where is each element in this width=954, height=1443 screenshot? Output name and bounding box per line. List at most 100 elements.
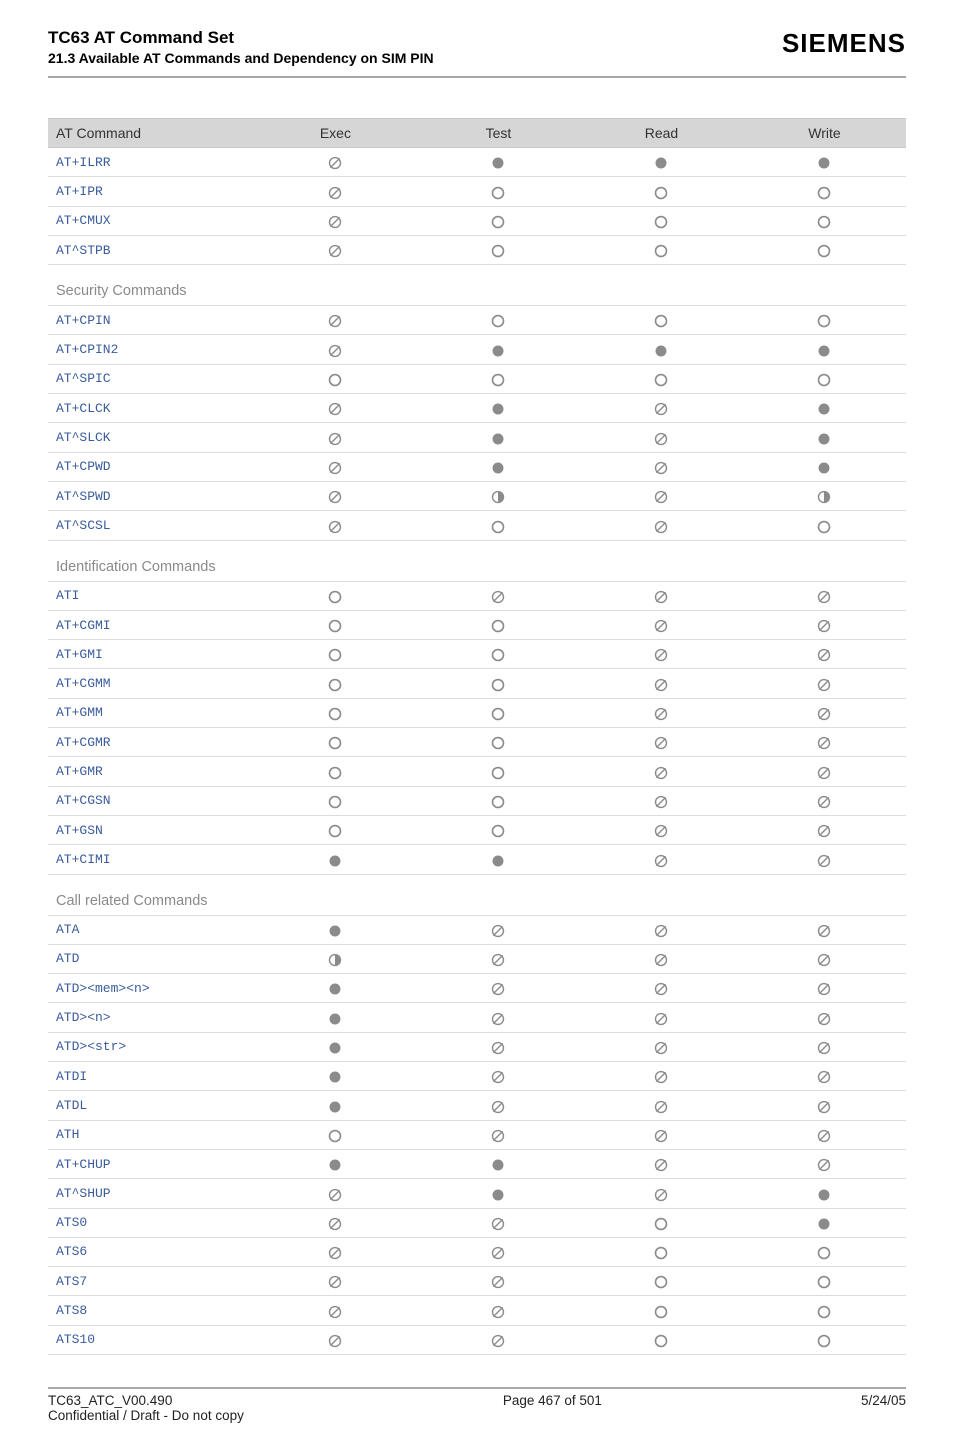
test-cell xyxy=(417,786,580,815)
na-symbol-icon xyxy=(654,1156,668,1172)
write-cell xyxy=(743,757,906,786)
exec-cell xyxy=(254,1091,417,1120)
nopin-symbol-icon xyxy=(328,1127,342,1143)
command-cell[interactable]: AT+CGSN xyxy=(48,786,254,815)
read-cell xyxy=(580,1325,743,1354)
command-cell[interactable]: AT+CPIN2 xyxy=(48,335,254,364)
command-cell[interactable]: ATD><str> xyxy=(48,1032,254,1061)
command-cell[interactable]: AT+CPIN xyxy=(48,306,254,335)
write-cell xyxy=(743,786,906,815)
exec-cell xyxy=(254,1296,417,1325)
na-symbol-icon xyxy=(491,1273,505,1289)
footer-doc-code: TC63_ATC_V00.490 xyxy=(48,1393,244,1408)
na-symbol-icon xyxy=(817,763,831,779)
command-cell[interactable]: AT+IPR xyxy=(48,177,254,206)
command-cell[interactable]: ATDI xyxy=(48,1062,254,1091)
na-symbol-icon xyxy=(817,793,831,809)
command-cell[interactable]: AT+CHUP xyxy=(48,1149,254,1178)
command-cell[interactable]: AT^SPWD xyxy=(48,481,254,510)
na-symbol-icon xyxy=(491,922,505,938)
write-cell xyxy=(743,364,906,393)
write-cell xyxy=(743,306,906,335)
nopin-symbol-icon xyxy=(654,183,668,199)
command-cell[interactable]: ATD xyxy=(48,944,254,973)
test-cell xyxy=(417,698,580,727)
command-cell[interactable]: ATD><n> xyxy=(48,1003,254,1032)
command-cell[interactable]: AT^SLCK xyxy=(48,423,254,452)
command-cell[interactable]: ATS7 xyxy=(48,1267,254,1296)
command-cell[interactable]: AT+CIMI xyxy=(48,845,254,874)
command-cell[interactable]: ATS0 xyxy=(48,1208,254,1237)
na-symbol-icon xyxy=(328,1332,342,1348)
na-symbol-icon xyxy=(654,1127,668,1143)
write-cell xyxy=(743,177,906,206)
nopin-symbol-icon xyxy=(491,822,505,838)
command-cell[interactable]: AT+CPWD xyxy=(48,452,254,481)
na-symbol-icon xyxy=(817,1097,831,1113)
na-symbol-icon xyxy=(817,734,831,750)
na-symbol-icon xyxy=(817,1039,831,1055)
command-cell[interactable]: AT+CGMI xyxy=(48,610,254,639)
na-symbol-icon xyxy=(328,488,342,504)
req-symbol-icon xyxy=(491,1156,505,1172)
nopin-symbol-icon xyxy=(817,1273,831,1289)
nopin-symbol-icon xyxy=(328,705,342,721)
na-symbol-icon xyxy=(654,400,668,416)
nopin-symbol-icon xyxy=(491,371,505,387)
na-symbol-icon xyxy=(817,980,831,996)
na-symbol-icon xyxy=(817,1068,831,1084)
read-cell xyxy=(580,944,743,973)
table-row: AT^SHUP xyxy=(48,1179,906,1208)
write-cell xyxy=(743,511,906,540)
th-read: Read xyxy=(580,119,743,148)
test-cell xyxy=(417,757,580,786)
th-exec: Exec xyxy=(254,119,417,148)
command-cell[interactable]: ATDL xyxy=(48,1091,254,1120)
command-cell[interactable]: AT+GMI xyxy=(48,640,254,669)
command-cell[interactable]: AT+ILRR xyxy=(48,148,254,177)
test-cell xyxy=(417,177,580,206)
req-symbol-icon xyxy=(491,154,505,170)
table-row: AT+ILRR xyxy=(48,148,906,177)
table-row: ATS10 xyxy=(48,1325,906,1354)
command-cell[interactable]: AT^STPB xyxy=(48,235,254,264)
test-cell xyxy=(417,335,580,364)
command-cell[interactable]: ATA xyxy=(48,915,254,944)
command-cell[interactable]: AT+GMM xyxy=(48,698,254,727)
section-header: Identification Commands xyxy=(48,540,906,581)
command-cell[interactable]: ATS6 xyxy=(48,1237,254,1266)
command-cell[interactable]: AT^SCSL xyxy=(48,511,254,540)
write-cell xyxy=(743,944,906,973)
command-cell[interactable]: ATI xyxy=(48,581,254,610)
command-cell[interactable]: AT+CGMR xyxy=(48,728,254,757)
command-cell[interactable]: ATD><mem><n> xyxy=(48,974,254,1003)
write-cell xyxy=(743,845,906,874)
test-cell xyxy=(417,1296,580,1325)
read-cell xyxy=(580,640,743,669)
exec-cell xyxy=(254,364,417,393)
command-cell[interactable]: ATS8 xyxy=(48,1296,254,1325)
req-symbol-icon xyxy=(328,1097,342,1113)
page-footer: TC63_ATC_V00.490 Confidential / Draft - … xyxy=(48,1393,906,1423)
test-cell xyxy=(417,423,580,452)
command-cell[interactable]: AT+CMUX xyxy=(48,206,254,235)
nopin-symbol-icon xyxy=(328,371,342,387)
command-cell[interactable]: AT^SHUP xyxy=(48,1179,254,1208)
nopin-symbol-icon xyxy=(491,242,505,258)
command-cell[interactable]: AT+GMR xyxy=(48,757,254,786)
command-cell[interactable]: AT+CGMM xyxy=(48,669,254,698)
na-symbol-icon xyxy=(654,705,668,721)
read-cell xyxy=(580,1003,743,1032)
exec-cell xyxy=(254,1032,417,1061)
command-cell[interactable]: AT+CLCK xyxy=(48,394,254,423)
req-symbol-icon xyxy=(491,851,505,867)
command-cell[interactable]: ATS10 xyxy=(48,1325,254,1354)
command-cell[interactable]: AT^SPIC xyxy=(48,364,254,393)
command-cell[interactable]: ATH xyxy=(48,1120,254,1149)
nopin-symbol-icon xyxy=(491,517,505,533)
na-symbol-icon xyxy=(491,1039,505,1055)
req-symbol-icon xyxy=(654,154,668,170)
test-cell xyxy=(417,845,580,874)
command-cell[interactable]: AT+GSN xyxy=(48,815,254,844)
na-symbol-icon xyxy=(654,1097,668,1113)
